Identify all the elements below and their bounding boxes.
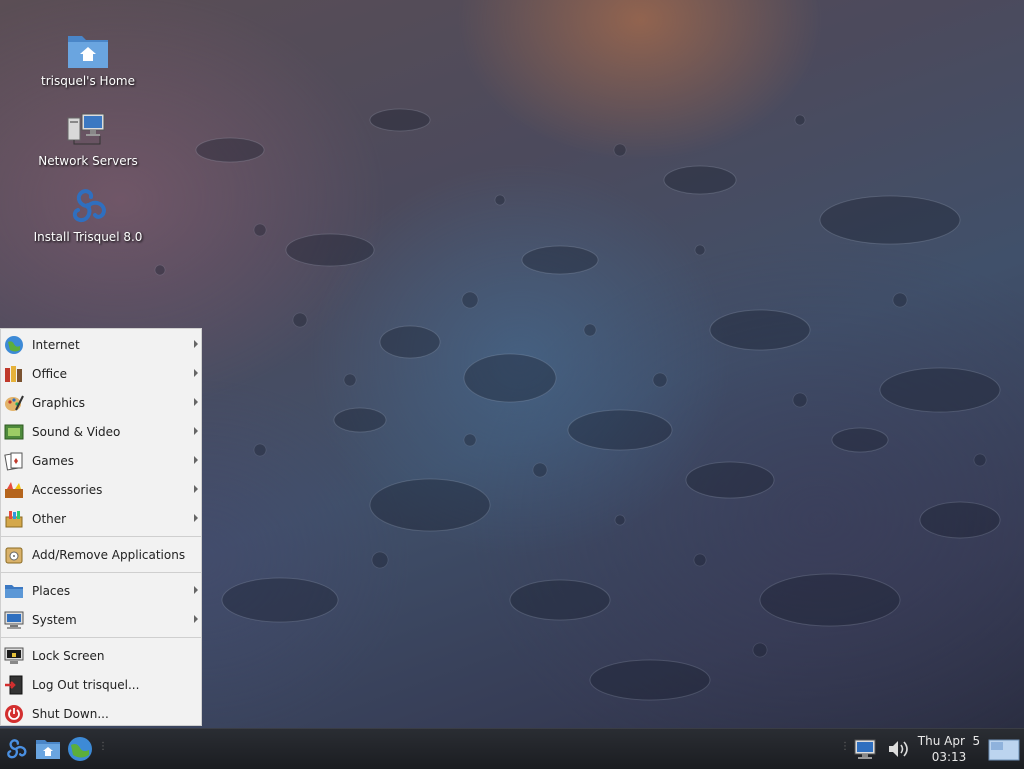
web-browser-icon[interactable] <box>66 735 94 763</box>
menu-item-lock-screen[interactable]: Lock Screen <box>1 641 201 670</box>
menu-item-accessories[interactable]: Accessories <box>1 475 201 504</box>
submenu-arrow-icon <box>194 485 198 493</box>
network-icon[interactable] <box>852 735 880 763</box>
menu-item-label: Lock Screen <box>32 648 105 663</box>
menu-item-graphics[interactable]: Graphics <box>1 388 201 417</box>
menu-item-places[interactable]: Places <box>1 576 201 605</box>
menu-item-log-out[interactable]: Log Out trisquel... <box>1 670 201 699</box>
accessories-icon <box>5 481 23 498</box>
menu-item-add-remove-applications[interactable]: Add/Remove Applications <box>1 540 201 569</box>
menu-item-label: Shut Down... <box>32 706 109 721</box>
desktop-icon-install-trisquel[interactable]: Install Trisquel 8.0 <box>28 184 148 244</box>
menu-separator <box>1 637 201 638</box>
menu-item-label: Sound & Video <box>32 424 121 439</box>
menu-item-label: Add/Remove Applications <box>32 547 186 562</box>
menu-item-label: Log Out trisquel... <box>32 677 140 692</box>
clock[interactable]: Thu Apr 5 03:13 <box>915 733 983 765</box>
desktop-icon-label: trisquel's Home <box>41 74 135 88</box>
games-icon <box>4 451 23 470</box>
submenu-arrow-icon <box>194 369 198 377</box>
menu-item-sound-video[interactable]: Sound & Video <box>1 417 201 446</box>
submenu-arrow-icon <box>194 456 198 464</box>
power-icon <box>5 704 23 723</box>
submenu-arrow-icon <box>194 340 198 348</box>
menu-item-label: Places <box>32 583 71 598</box>
clock-time: 03:13 <box>931 750 967 764</box>
system-icon <box>4 611 24 629</box>
office-icon <box>5 365 22 382</box>
home-folder-icon[interactable] <box>34 735 62 763</box>
submenu-arrow-icon <box>194 427 198 435</box>
menu-item-label: Internet <box>32 337 80 352</box>
desktop-icon-label: Network Servers <box>38 154 138 168</box>
trisquel-logo-icon <box>72 189 107 223</box>
network-servers-icon <box>67 113 105 145</box>
show-desktop-icon[interactable] <box>988 735 1020 763</box>
submenu-arrow-icon <box>194 615 198 623</box>
submenu-arrow-icon <box>194 514 198 522</box>
multimedia-icon <box>4 424 24 439</box>
tray-handle: ⋮ <box>840 741 850 752</box>
menu-item-office[interactable]: Office <box>1 359 201 388</box>
submenu-arrow-icon <box>194 398 198 406</box>
menu-item-games[interactable]: Games <box>1 446 201 475</box>
home-folder-icon <box>68 36 108 68</box>
other-icon <box>5 510 23 527</box>
menu-item-other[interactable]: Other <box>1 504 201 533</box>
graphics-icon <box>5 395 24 411</box>
desktop-icon-label: Install Trisquel 8.0 <box>33 230 143 244</box>
globe-icon <box>5 335 23 354</box>
menu-item-label: Accessories <box>32 482 103 497</box>
menu-item-system[interactable]: System <box>1 605 201 634</box>
volume-icon[interactable] <box>884 735 912 763</box>
clock-date: Thu Apr 5 <box>917 734 981 748</box>
lock-screen-icon <box>4 647 24 664</box>
logout-icon <box>5 675 23 694</box>
menu-item-label: System <box>32 612 77 627</box>
desktop-icon-network-servers[interactable]: Network Servers <box>28 108 148 168</box>
menu-separator <box>1 572 201 573</box>
software-icon <box>5 547 23 563</box>
menu-item-shut-down[interactable]: Shut Down... <box>1 699 201 728</box>
menu-item-internet[interactable]: Internet <box>1 330 201 359</box>
taskbar: ⋮ ⋮ Thu Apr 5 03:13 <box>0 728 1024 769</box>
desktop-icon-home[interactable]: trisquel's Home <box>28 28 148 88</box>
launcher-handle: ⋮ <box>98 741 108 752</box>
menu-item-label: Office <box>32 366 68 381</box>
folder-icon <box>5 584 23 598</box>
menu-item-label: Graphics <box>32 395 85 410</box>
trisquel-menu-icon[interactable] <box>2 735 30 763</box>
menu-separator <box>1 536 201 537</box>
applications-menu: Internet Office Graphics Sound & Video G… <box>0 328 202 726</box>
menu-item-label: Games <box>32 453 74 468</box>
submenu-arrow-icon <box>194 586 198 594</box>
menu-item-label: Other <box>32 511 67 526</box>
